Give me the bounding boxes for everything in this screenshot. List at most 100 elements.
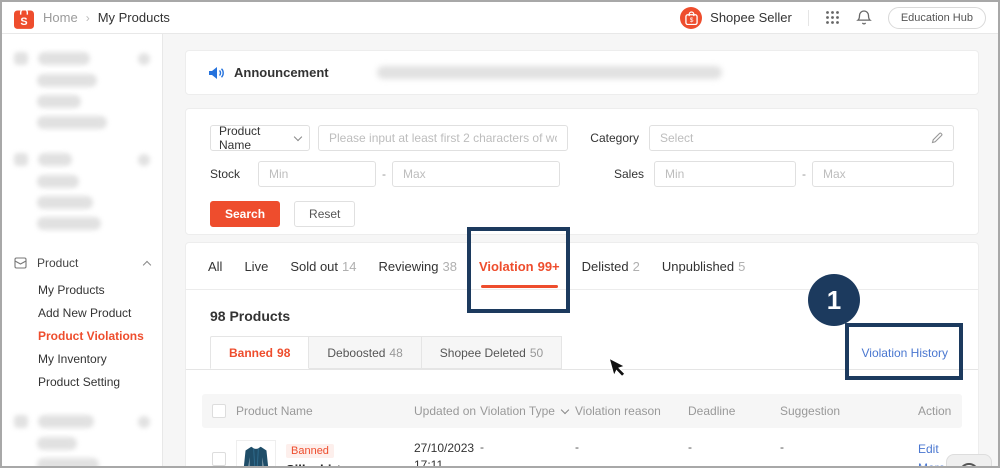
search-type-value: Product Name: [219, 124, 261, 152]
col-deadline: Deadline: [688, 404, 736, 418]
breadcrumb-current: My Products: [97, 10, 170, 25]
violation-reason-value: -: [575, 440, 579, 454]
col-updated-on: Updated on: [414, 404, 477, 418]
products-table: Product Name Updated on Violation Type V…: [202, 394, 962, 468]
redacted-section-icon: [14, 52, 28, 65]
sidebar-section-product[interactable]: Product: [2, 256, 162, 270]
chevron-up-icon: [142, 260, 152, 269]
chevron-icon: [138, 415, 150, 428]
sidebar-item-redacted[interactable]: [37, 74, 97, 87]
main-content: Announcement Product Name Category Selec…: [163, 34, 998, 466]
banned-badge: Banned: [286, 444, 334, 458]
svg-text:$: $: [689, 17, 693, 24]
violation-subtabs: Banned 98 Deboosted 48 Shopee Deleted 50 Vi…: [186, 323, 978, 380]
sidebar-item-redacted[interactable]: [37, 196, 93, 209]
sidebar-item-redacted[interactable]: [37, 217, 101, 230]
search-button[interactable]: Search: [210, 201, 281, 227]
announcement-banner: Announcement: [185, 50, 979, 95]
sidebar-item-redacted[interactable]: [37, 437, 77, 450]
col-violation-type[interactable]: Violation Type: [480, 404, 575, 418]
status-tabs: All Live Sold out 14 Reviewing 38 Violatio…: [186, 226, 978, 313]
redacted-section-icon: [14, 153, 28, 166]
stock-min-input[interactable]: [258, 161, 376, 187]
sidebar-item-redacted[interactable]: [37, 95, 81, 108]
seller-avatar[interactable]: $: [680, 6, 703, 29]
breadcrumb-separator: ›: [85, 10, 90, 25]
chat-icon: [959, 463, 979, 466]
tab-unpublished[interactable]: Unpublished 5: [662, 243, 746, 290]
category-label: Category: [590, 131, 639, 145]
search-type-select[interactable]: Product Name: [210, 124, 310, 152]
category-placeholder: Select: [660, 131, 694, 145]
subtab-shopee-deleted[interactable]: Shopee Deleted 50: [421, 336, 563, 369]
tab-sold-out[interactable]: Sold out 14: [290, 243, 356, 290]
reset-button[interactable]: Reset: [294, 201, 356, 227]
table-row: Banned Silk shirt 27/10/2023 17:11 - - -…: [202, 428, 962, 468]
table-header-row: Product Name Updated on Violation Type V…: [202, 394, 962, 428]
range-dash: -: [802, 167, 806, 181]
updated-date: 27/10/2023: [414, 441, 475, 455]
sales-max-input[interactable]: [812, 161, 954, 187]
category-select[interactable]: Select: [649, 125, 954, 151]
violation-history-link[interactable]: Violation History: [862, 346, 948, 360]
sidebar-section-redacted-1[interactable]: [2, 52, 162, 65]
tab-violation[interactable]: Violation 99+: [466, 226, 570, 313]
sidebar-item-redacted[interactable]: [37, 116, 107, 129]
suggestion-value: -: [780, 440, 784, 454]
sidebar-item-product-setting[interactable]: Product Setting: [2, 375, 162, 389]
sidebar-item-redacted[interactable]: [37, 458, 99, 466]
tab-live[interactable]: Live: [244, 243, 268, 290]
stock-max-input[interactable]: [392, 161, 560, 187]
deadline-value: -: [688, 440, 692, 454]
filter-panel: Product Name Category Select Stock: [185, 108, 979, 235]
sidebar-item-redacted[interactable]: [37, 175, 79, 188]
sidebar-nav: Product My Products Add New Product Prod…: [2, 34, 163, 466]
chevron-icon: [138, 52, 150, 65]
chevron-icon: [138, 153, 150, 166]
sidebar-item-product-violations[interactable]: Product Violations: [2, 329, 162, 343]
tab-delisted[interactable]: Delisted 2: [582, 243, 640, 290]
education-hub-button[interactable]: Education Hub: [887, 6, 986, 29]
products-count-heading: 98 Products: [210, 308, 291, 324]
sidebar-section-redacted-2[interactable]: [2, 153, 162, 166]
tab-reviewing[interactable]: Reviewing 38: [378, 243, 456, 290]
select-all-checkbox[interactable]: [212, 404, 226, 418]
apps-grid-icon[interactable]: [825, 10, 840, 25]
sidebar-item-add-new-product[interactable]: Add New Product: [2, 306, 162, 320]
svg-text:S: S: [20, 16, 27, 28]
chevron-down-icon: [560, 405, 570, 415]
col-product-name: Product Name: [236, 404, 313, 418]
product-name: Silk shirt: [286, 462, 341, 466]
announcement-redacted-text: [376, 66, 722, 79]
col-violation-reason: Violation reason: [575, 404, 661, 418]
keyword-search-input[interactable]: [318, 125, 568, 151]
redacted-section-icon: [14, 415, 28, 428]
col-action: Action: [918, 404, 952, 418]
sidebar-item-my-inventory[interactable]: My Inventory: [2, 352, 162, 366]
tab-all[interactable]: All: [208, 243, 222, 290]
subtab-banned[interactable]: Banned 98: [210, 336, 310, 369]
announcement-speaker-icon: [208, 65, 225, 81]
account-name[interactable]: Shopee Seller: [710, 10, 792, 25]
sales-label: Sales: [613, 167, 644, 181]
subtab-deboosted[interactable]: Deboosted 48: [309, 336, 422, 369]
products-panel: All Live Sold out 14 Reviewing 38 Violatio…: [185, 226, 979, 468]
header-divider: [807, 9, 809, 26]
chat-widget-button[interactable]: [946, 454, 992, 466]
sales-min-input[interactable]: [654, 161, 796, 187]
sidebar-section-label: Product: [37, 256, 79, 270]
top-header: S Home › My Products $ Shopee Seller Edu…: [2, 2, 998, 34]
seller-center-screen: S Home › My Products $ Shopee Seller Edu…: [0, 0, 1000, 468]
shopee-logo-icon[interactable]: S: [14, 7, 34, 29]
breadcrumb-home[interactable]: Home: [43, 10, 78, 25]
sidebar-item-my-products[interactable]: My Products: [2, 283, 162, 297]
product-box-icon: [14, 257, 27, 269]
row-checkbox[interactable]: [212, 452, 226, 466]
chevron-down-icon: [293, 132, 303, 142]
updated-time: 17:11: [414, 457, 444, 468]
range-dash: -: [382, 167, 386, 181]
sidebar-section-redacted-3[interactable]: [2, 415, 162, 428]
violation-type-value: -: [480, 440, 484, 454]
stock-label: Stock: [210, 167, 241, 181]
notification-bell-icon[interactable]: [855, 9, 872, 26]
